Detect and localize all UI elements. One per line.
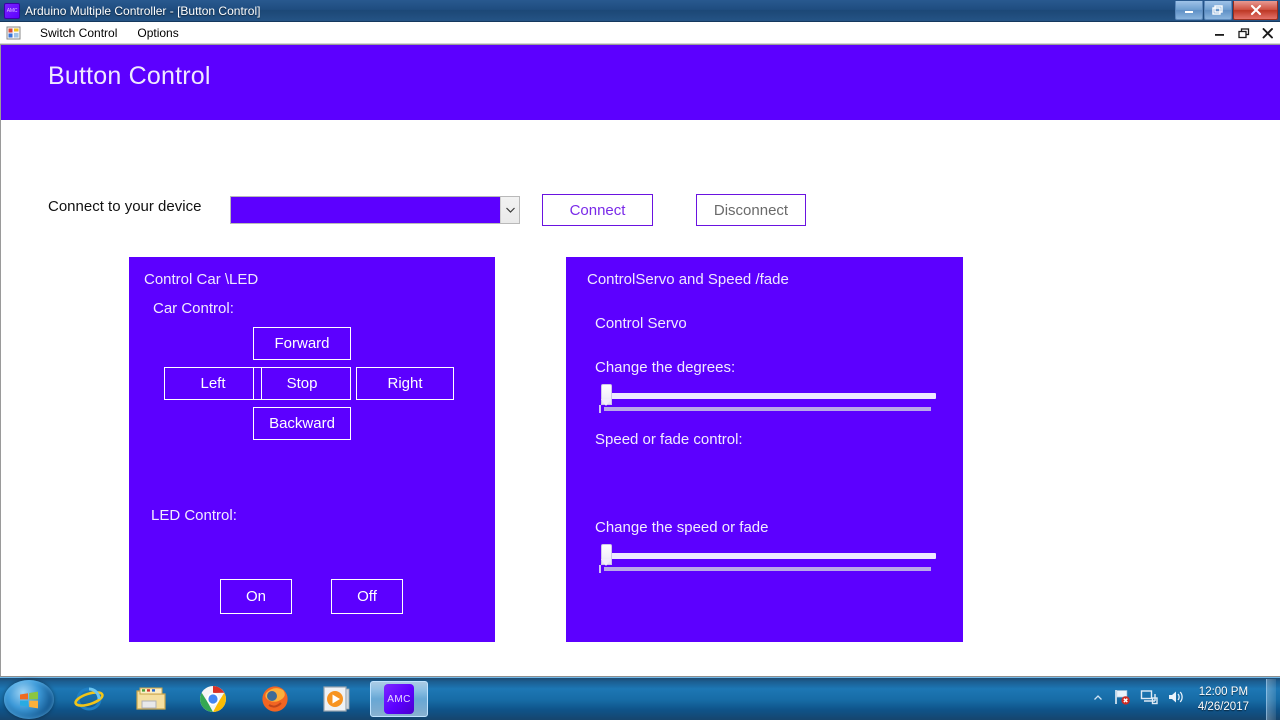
network-icon[interactable] <box>1140 689 1158 710</box>
led-control-label: LED Control: <box>151 507 237 524</box>
show-desktop-button[interactable] <box>1266 679 1276 720</box>
amc-taskbar-label: AMC <box>387 693 411 705</box>
left-button[interactable]: Left <box>164 367 262 400</box>
volume-icon[interactable] <box>1167 689 1185 710</box>
forward-button[interactable]: Forward <box>253 327 351 360</box>
device-combobox[interactable] <box>230 196 520 224</box>
menu-item-switch-control[interactable]: Switch Control <box>30 24 127 42</box>
degrees-slider-track[interactable] <box>607 393 936 399</box>
page-title: Button Control <box>48 62 211 90</box>
right-button[interactable]: Right <box>356 367 454 400</box>
menu-bar: Switch Control Options <box>0 22 1280 44</box>
flag-alert-icon[interactable] <box>1113 688 1131 711</box>
taskbar-clock[interactable]: 12:00 PM 4/26/2017 <box>1194 685 1255 715</box>
windows-start-orb-icon[interactable] <box>4 680 54 719</box>
screen: AMC Arduino Multiple Controller - [Butto… <box>0 0 1280 720</box>
mdi-minimize-button[interactable] <box>1214 27 1226 39</box>
firefox-icon[interactable] <box>252 681 298 717</box>
panel-control-car-led: Control Car \LED Car Control: Forward Le… <box>129 257 495 642</box>
degrees-slider-thumb[interactable] <box>601 384 612 406</box>
change-degrees-label: Change the degrees: <box>595 359 736 376</box>
disconnect-button: Disconnect <box>696 194 806 226</box>
window-title-bar: AMC Arduino Multiple Controller - [Butto… <box>0 0 1280 22</box>
speed-slider-thumb[interactable] <box>601 544 612 566</box>
panel-car-title: Control Car \LED <box>144 271 259 288</box>
form-designer-icon <box>6 25 22 41</box>
speed-slider[interactable] <box>599 544 936 575</box>
windows-explorer-icon[interactable] <box>128 681 174 717</box>
clock-time: 12:00 PM <box>1198 685 1249 698</box>
speed-slider-tick-start <box>599 565 601 573</box>
windows-media-player-icon[interactable] <box>314 681 360 717</box>
close-button[interactable] <box>1233 1 1278 20</box>
page-header-banner: Button Control <box>1 45 1280 120</box>
stop-button[interactable]: Stop <box>253 367 351 400</box>
panel-servo-title: ControlServo and Speed /fade <box>587 271 789 288</box>
speed-fade-control-label: Speed or fade control: <box>595 431 743 448</box>
mdi-close-button[interactable] <box>1262 27 1274 39</box>
windows-taskbar: AMC 12:00 PM 4/26/2017 <box>0 677 1280 720</box>
led-on-button[interactable]: On <box>220 579 292 614</box>
window-title: Arduino Multiple Controller - [Button Co… <box>25 3 261 18</box>
backward-button[interactable]: Backward <box>253 407 351 440</box>
minimize-button[interactable] <box>1175 1 1203 20</box>
chevron-down-icon[interactable] <box>500 197 519 223</box>
car-control-label: Car Control: <box>153 300 234 317</box>
chevron-up-icon[interactable] <box>1092 691 1104 709</box>
degrees-slider-tick-start <box>599 405 601 413</box>
panel-control-servo-speed: ControlServo and Speed /fade Control Ser… <box>566 257 963 642</box>
degrees-slider-ticks <box>604 407 931 411</box>
menu-item-options[interactable]: Options <box>127 24 188 42</box>
clock-date: 4/26/2017 <box>1197 700 1249 713</box>
window-controls <box>1175 1 1278 20</box>
speed-slider-ticks <box>604 567 931 571</box>
system-tray: 12:00 PM 4/26/2017 <box>1092 678 1280 720</box>
amc-app-icon: AMC <box>4 2 20 19</box>
led-off-button[interactable]: Off <box>331 579 403 614</box>
connect-device-label: Connect to your device <box>48 198 202 215</box>
restore-button[interactable] <box>1204 1 1232 20</box>
degrees-slider[interactable] <box>599 384 936 415</box>
speed-slider-track[interactable] <box>607 553 936 559</box>
mdi-window-controls <box>1214 22 1274 44</box>
mdi-restore-button[interactable] <box>1238 27 1250 39</box>
internet-explorer-icon[interactable] <box>66 681 112 717</box>
amc-taskbar-button[interactable]: AMC <box>370 681 428 717</box>
connect-button[interactable]: Connect <box>542 194 653 226</box>
form-client-area: Button Control Connect to your device Co… <box>0 44 1280 677</box>
control-servo-label: Control Servo <box>595 315 687 332</box>
device-combobox-value[interactable] <box>231 197 500 223</box>
google-chrome-icon[interactable] <box>190 681 236 717</box>
amc-taskbar-icon: AMC <box>384 684 414 714</box>
app-icon-label: AMC <box>6 7 18 14</box>
change-speed-fade-label: Change the speed or fade <box>595 519 769 536</box>
